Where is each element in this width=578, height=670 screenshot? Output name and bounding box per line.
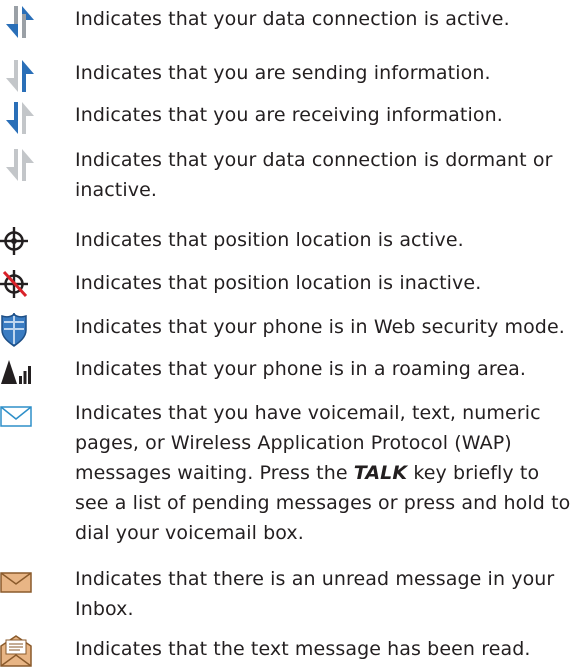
item-description: Indicates that position location is acti…: [75, 229, 464, 251]
item-description: Indicates that the text message has been…: [75, 638, 531, 660]
unread-message-icon: [0, 564, 40, 598]
security-shield-icon: [0, 312, 40, 347]
data-sending-icon: [0, 58, 40, 92]
item-description: Indicates that there is an unread messag…: [75, 568, 555, 620]
location-inactive-icon: [0, 268, 40, 302]
item-description: Indicates that you are receiving informa…: [75, 104, 503, 126]
item-description: Indicates that position location is inac…: [75, 272, 482, 294]
read-message-icon: [0, 634, 40, 668]
data-dormant-icon: [0, 147, 40, 181]
talk-key-label: TALK: [353, 462, 408, 484]
data-active-icon: [0, 4, 40, 38]
item-description: Indicates that you are sending informati…: [75, 62, 491, 84]
item-description: Indicates that your data connection is a…: [75, 8, 510, 30]
item-description: Indicates that your phone is in a roamin…: [75, 358, 526, 380]
item-description: Indicates that you have voicemail, text,…: [75, 398, 575, 548]
roaming-icon: [0, 354, 40, 388]
voicemail-envelope-icon: [0, 398, 40, 432]
item-description: Indicates that your phone is in Web secu…: [75, 316, 565, 338]
item-description: Indicates that your data connection is d…: [75, 149, 553, 201]
data-receiving-icon: [0, 100, 40, 134]
location-active-icon: [0, 225, 40, 259]
